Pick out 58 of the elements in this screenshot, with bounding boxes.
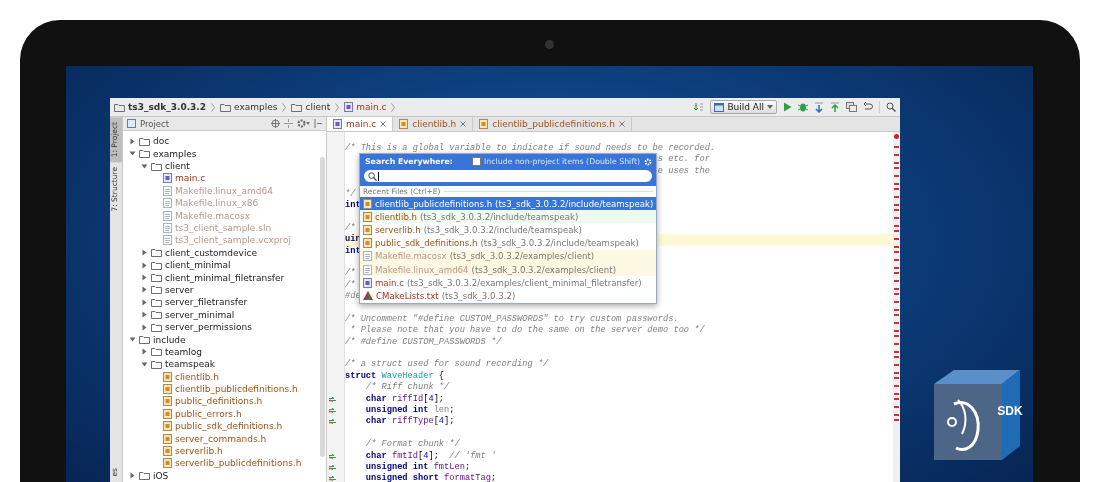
file-name[interactable]: public_definitions.h bbox=[175, 396, 263, 407]
file-name[interactable]: public_errors.h bbox=[175, 408, 242, 419]
folder-name[interactable]: server_permissions bbox=[165, 322, 252, 333]
code-line: char fmtId[4]; // 'fmt ' bbox=[364, 450, 497, 462]
search-result[interactable]: clientlib_publicdefinitions.h (ts3_sdk_3.0.3.2/include/teamspeak) bbox=[360, 197, 656, 211]
folder-name[interactable]: server bbox=[165, 284, 194, 295]
file-name[interactable]: clientlib.h bbox=[175, 371, 219, 382]
folder-name[interactable]: examples bbox=[153, 148, 197, 159]
folder-name[interactable]: server_filetransfer bbox=[165, 297, 248, 308]
file-name[interactable]: serverlib.h bbox=[175, 446, 223, 456]
editor-tab[interactable]: clientlib.h bbox=[393, 117, 474, 131]
folder-name[interactable]: client_customdevice bbox=[165, 247, 257, 258]
folder-name[interactable]: teamspeak bbox=[165, 359, 215, 370]
code-line: /* #define CUSTOM_PASSWORDS */ bbox=[345, 336, 502, 349]
folder-name[interactable]: iOS bbox=[153, 470, 169, 481]
breadcrumb-item[interactable]: ts3_sdk_3.0.3.2 bbox=[128, 102, 206, 112]
file-name[interactable]: clientlib_publicdefinitions.h bbox=[175, 384, 298, 395]
search-result[interactable]: serverlib.h (ts3_sdk_3.0.3.2/include/teamspeak) bbox=[360, 223, 656, 237]
code-fragment: s etc. for bbox=[657, 154, 710, 166]
search-result[interactable]: CMakeLists.txt (ts3_sdk_3.0.3.2) bbox=[360, 289, 656, 303]
folder-name[interactable]: doc bbox=[153, 136, 170, 147]
code-line: char riffId[4]; bbox=[364, 393, 445, 405]
breadcrumb-item[interactable]: main.c bbox=[356, 102, 387, 112]
search-result[interactable]: main.c (ts3_sdk_3.0.3.2/examples/client_minimal_filetransfer) bbox=[360, 276, 656, 290]
folder-name[interactable]: client bbox=[165, 161, 190, 172]
code-line: * Please note that you have to do the same on the server demo too */ bbox=[349, 325, 705, 337]
code-line: */ bbox=[345, 188, 356, 200]
code-line: /* bbox=[345, 279, 356, 291]
code-line: /* a struct used for sound recording */ bbox=[345, 359, 549, 371]
breadcrumb-item[interactable]: examples bbox=[234, 102, 278, 112]
code-fragment: e uses the bbox=[657, 165, 710, 178]
code-line: unsigned short formatTag; bbox=[364, 473, 497, 482]
code-line: /* Uncomment "#define CUSTOM_PASSWORDS" to try custom passwords. bbox=[345, 313, 679, 325]
folder-name[interactable]: client_minimal bbox=[165, 260, 231, 271]
file-name[interactable]: server_commands.h bbox=[175, 433, 267, 444]
code-line: /* Format chunk */ bbox=[364, 439, 460, 451]
file-name[interactable]: public_sdk_definitions.h bbox=[175, 421, 283, 432]
folder-name[interactable]: include bbox=[153, 334, 186, 345]
logo-label: SDK bbox=[997, 404, 1023, 418]
file-name[interactable]: serverlib_publicdefinitions.h bbox=[175, 458, 302, 469]
file-name[interactable]: main.c bbox=[175, 173, 206, 184]
editor-tab[interactable]: main.c bbox=[327, 117, 394, 131]
code-line: struct WaveHeader { bbox=[345, 370, 445, 382]
code-line: unsigned int fmtLen; bbox=[364, 461, 471, 473]
code-line: /* bbox=[345, 268, 356, 280]
code-line: unsigned int len; bbox=[364, 405, 455, 416]
code-line: char riffType[4]; bbox=[364, 416, 455, 428]
code-line: /* This is a global variable to indicate if sound needs to be recorded. bbox=[345, 143, 716, 154]
folder-name[interactable]: teamlog bbox=[165, 346, 203, 357]
build-config-dropdown[interactable]: Build All bbox=[710, 100, 777, 114]
editor-tab[interactable]: clientlib_publicdefinitions.h bbox=[473, 117, 632, 131]
code-line: /* bbox=[345, 222, 356, 234]
folder-name[interactable]: server_minimal bbox=[165, 309, 235, 320]
panel-title: Project bbox=[140, 118, 170, 129]
folder-name[interactable]: client_minimal_filetransfer bbox=[165, 272, 285, 283]
code-line: /* Riff chunk */ bbox=[364, 382, 450, 394]
breadcrumb-item[interactable]: client bbox=[305, 102, 331, 112]
search-result[interactable]: clientlib.h (ts3_sdk_3.0.3.2/include/teamspeak) bbox=[360, 210, 656, 224]
